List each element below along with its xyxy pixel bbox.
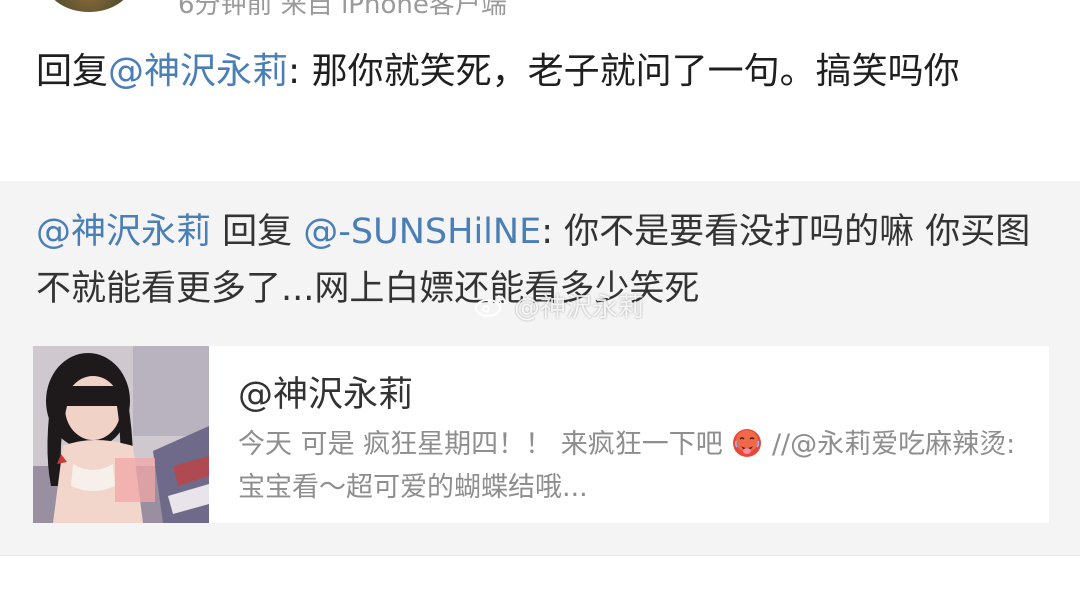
quoted-reply-word: 回复 (211, 212, 304, 252)
reply-text: : 那你就笑死，老子就问了一句。搞笑吗你 (288, 51, 960, 92)
post-meta-row: 6分钟前 来自 iPhone客户端 (0, 0, 1080, 30)
watermark-text: @神沢永莉 (514, 292, 645, 323)
shared-post-author[interactable]: @神沢永莉 (238, 366, 413, 417)
post-thumbnail[interactable] (33, 346, 209, 523)
excerpt-text: 今天 可是 疯狂星期四！！ 来疯狂一下吧 (238, 429, 723, 460)
shared-post-excerpt: 今天 可是 疯狂星期四！！ 来疯狂一下吧 //@永莉爱吃麻辣烫: 宝宝看～超可爱… (238, 423, 1028, 509)
avatar[interactable] (45, 0, 133, 12)
bottom-divider-bar (0, 555, 1080, 603)
post-meta-text: 6分钟前 来自 iPhone客户端 (178, 0, 507, 20)
weibo-logo-icon (475, 295, 506, 317)
excerpt-mention[interactable]: //@永莉爱吃麻辣烫 (772, 429, 1006, 460)
weibo-watermark: @神沢永莉 (474, 288, 645, 323)
reply-mention-link[interactable]: @神沢永莉 (108, 51, 288, 92)
reply-comment: 回复@神沢永莉: 那你就笑死，老子就问了一句。搞笑吗你 (36, 43, 1046, 100)
hot-face-emoji-icon (733, 429, 762, 457)
quoted-mention-target[interactable]: @-SUNSHilNE (303, 212, 541, 252)
quoted-mention-author[interactable]: @神沢永莉 (36, 212, 211, 252)
shared-post-card[interactable]: @神沢永莉 今天 可是 疯狂星期四！！ 来疯狂一下吧 //@永莉爱吃麻辣烫: 宝… (33, 346, 1049, 523)
thumbnail-photo (33, 346, 209, 523)
reply-prefix: 回复 (36, 51, 109, 92)
